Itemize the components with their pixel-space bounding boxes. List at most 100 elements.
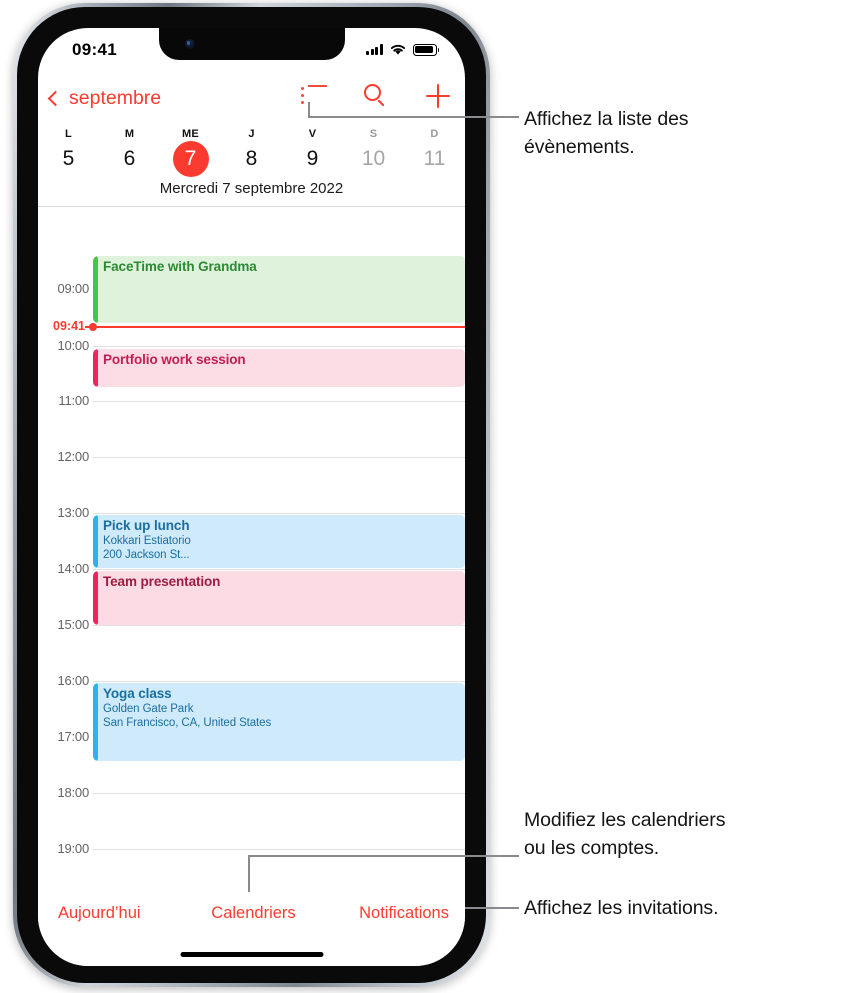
hour-gridline (93, 346, 465, 347)
phone-body: 09:41 septembre L M ME J V S D 5 6 7 8 9… (17, 7, 486, 983)
callout-line-1: Affichez la liste des (524, 108, 689, 130)
calendars-button[interactable]: Calendriers (188, 904, 318, 923)
current-time-label: 09:41 (53, 319, 85, 333)
hour-label: 12:00 (57, 449, 89, 464)
callout-leader-list-horizontal (308, 116, 519, 118)
callout-leader-calendars-vertical (248, 856, 250, 895)
event-title: Team presentation (103, 574, 221, 589)
day-cell-6[interactable]: 6 (99, 140, 160, 178)
hour-gridline (93, 401, 465, 402)
day-number: 11 (423, 147, 446, 170)
callout-leader-calendars-horizontal (248, 855, 519, 857)
weekday-label: L (65, 128, 72, 140)
list-view-button[interactable] (301, 85, 327, 107)
day-cell-8[interactable]: 8 (221, 140, 282, 178)
bottom-toolbar: Aujourd’hui Calendriers Notifications (38, 892, 465, 966)
status-icons (366, 43, 440, 56)
callout-line-1: Affichez les invitations. (524, 897, 719, 919)
callout-line-2: ou les comptes. (524, 837, 660, 859)
day-number: 8 (245, 147, 258, 170)
hour-row: 16:00 (38, 673, 465, 688)
back-to-month-button[interactable]: septembre (47, 87, 162, 110)
event-block-portfolio[interactable]: Portfolio work session (93, 349, 465, 387)
wifi-icon (390, 44, 406, 55)
event-block-lunch[interactable]: Pick up lunch Kokkari Estiatorio 200 Jac… (93, 515, 465, 568)
hour-gridline (93, 513, 465, 514)
weekday-label: ME (182, 128, 199, 140)
search-button[interactable] (363, 83, 389, 109)
hour-label: 09:00 (57, 281, 89, 296)
event-block-team-presentation[interactable]: Team presentation (93, 571, 465, 625)
hour-row: 12:00 (38, 449, 465, 464)
weekday-labels-row: L M ME J V S D (38, 126, 465, 140)
hour-label: 14:00 (57, 561, 89, 576)
search-icon (363, 83, 389, 109)
hour-gridline (93, 569, 465, 570)
hour-label: 13:00 (57, 505, 89, 520)
toolbar-items: Aujourd’hui Calendriers Notifications (38, 892, 465, 934)
hour-label: 16:00 (57, 673, 89, 688)
event-title: Yoga class (103, 686, 172, 701)
callout-view-invitations: Affichez les invitations. (524, 894, 834, 922)
hour-gridline (93, 625, 465, 626)
hour-label: 19:00 (57, 841, 89, 856)
day-number: 9 (306, 147, 319, 170)
day-number-wrap: 7 (160, 140, 221, 178)
weekday-cell: J (221, 126, 282, 140)
event-location: 200 Jackson St... (103, 549, 190, 561)
event-title: Pick up lunch (103, 518, 190, 533)
selected-day-badge: 7 (172, 141, 209, 177)
hour-label: 17:00 (57, 729, 89, 744)
day-cell-7-selected[interactable]: 7 (160, 140, 221, 178)
callout-list-events: Affichez la liste des évènements. (524, 105, 834, 161)
weekday-label: D (430, 128, 439, 140)
day-number: 6 (123, 147, 136, 170)
chevron-left-icon (47, 90, 64, 107)
hour-gridline (93, 849, 465, 850)
event-title: Portfolio work session (103, 352, 246, 367)
weekday-cell: V (282, 126, 343, 140)
event-subtitle: Kokkari Estiatorio (103, 535, 191, 547)
event-block-yoga[interactable]: Yoga class Golden Gate Park San Francisc… (93, 683, 465, 761)
current-time-rule (96, 326, 465, 328)
event-accent-bar (93, 349, 98, 387)
day-cell-10[interactable]: 10 (343, 140, 404, 178)
hour-row: 19:00 (38, 841, 465, 856)
hour-row: 10:00 (38, 338, 465, 353)
hour-gridline (93, 457, 465, 458)
home-indicator[interactable] (180, 951, 323, 957)
event-accent-bar (93, 256, 98, 323)
event-accent-bar (93, 515, 98, 568)
week-days-row: 5 6 7 8 9 10 11 (38, 140, 465, 178)
navigation-bar: septembre (38, 81, 465, 125)
day-number: 5 (62, 147, 75, 170)
hour-row: 18:00 (38, 785, 465, 800)
iphone-device-frame: 09:41 septembre L M ME J V S D 5 6 7 8 9… (13, 3, 490, 987)
day-cell-11[interactable]: 11 (404, 140, 465, 178)
hour-gridline (93, 681, 465, 682)
hour-row: 13:00 (38, 505, 465, 520)
weekday-cell: D (404, 126, 465, 140)
day-timeline-grid[interactable]: 09:00 10:00 11:00 12:00 13:00 14:00 15:0… (38, 216, 465, 892)
weekday-cell: S (343, 126, 404, 140)
front-camera-icon (184, 39, 195, 49)
hour-row: 14:00 (38, 561, 465, 576)
hour-row: 15:00 (38, 617, 465, 632)
hour-row: 11:00 (38, 393, 465, 408)
hour-label: 11:00 (58, 393, 89, 408)
phone-screen: 09:41 septembre L M ME J V S D 5 6 7 8 9… (38, 28, 465, 966)
notifications-button[interactable]: Notifications (319, 904, 451, 923)
back-button-label: septembre (69, 87, 162, 109)
weekday-cell: L (38, 126, 99, 140)
nav-actions (301, 83, 451, 109)
day-cell-9[interactable]: 9 (282, 140, 343, 178)
weekday-label: S (369, 128, 378, 140)
today-button[interactable]: Aujourd’hui (52, 904, 188, 923)
day-number: 10 (361, 147, 386, 170)
add-event-button[interactable] (425, 83, 451, 109)
plus-icon (425, 83, 451, 109)
event-block-facetime[interactable]: FaceTime with Grandma (93, 256, 465, 323)
callout-edit-calendars: Modifiez les calendriers ou les comptes. (524, 806, 834, 862)
event-location: San Francisco, CA, United States (103, 717, 272, 729)
day-cell-5[interactable]: 5 (38, 140, 99, 178)
